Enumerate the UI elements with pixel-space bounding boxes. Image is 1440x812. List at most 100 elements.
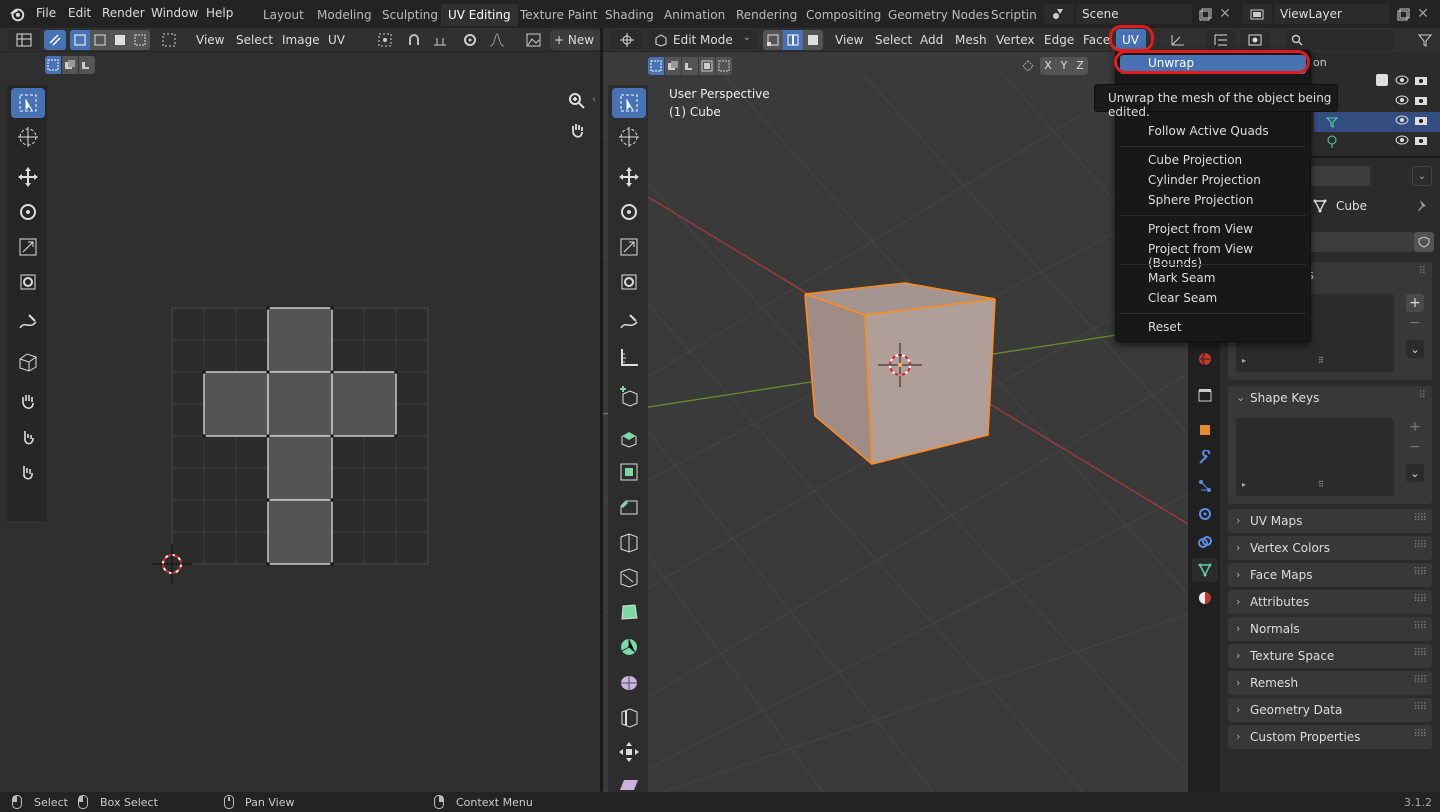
viewport-select-extend-icon[interactable] bbox=[665, 57, 681, 75]
select-extend-icon[interactable] bbox=[62, 56, 78, 74]
move-tool-icon[interactable] bbox=[11, 162, 45, 192]
panel-grip-icon[interactable]: ⠿ bbox=[1419, 266, 1426, 277]
new-viewlayer-icon[interactable] bbox=[1394, 5, 1412, 23]
tab-compositing[interactable]: Compositing bbox=[799, 4, 888, 26]
mesh-name-field[interactable] bbox=[1310, 232, 1414, 252]
tab-rendering[interactable]: Rendering bbox=[729, 4, 804, 26]
3d-viewport[interactable]: Edit Mode ⌄ View Select Add Mesh Vertex … bbox=[603, 28, 1188, 792]
list-resize-grip-icon[interactable]: ⠿ bbox=[1318, 480, 1324, 489]
tab-animation[interactable]: Animation bbox=[657, 4, 732, 26]
cursor-tool-icon[interactable] bbox=[11, 122, 45, 152]
menu-item-follow-active-quads[interactable]: Follow Active Quads bbox=[1148, 124, 1269, 138]
viewport-select-intersect-icon[interactable] bbox=[716, 57, 732, 75]
vertex-mode-icon[interactable] bbox=[763, 30, 783, 50]
loop-cut-icon[interactable] bbox=[612, 527, 646, 557]
delete-viewlayer-icon[interactable]: ✕ bbox=[1414, 5, 1432, 23]
uv-menu-select[interactable]: Select bbox=[236, 33, 273, 47]
viewport-select-subtract-icon[interactable] bbox=[682, 57, 698, 75]
smooth-icon[interactable] bbox=[612, 667, 646, 697]
scene-selector-icon[interactable] bbox=[1044, 4, 1074, 24]
delete-scene-icon[interactable]: ✕ bbox=[1216, 5, 1234, 23]
viewport-menu-add[interactable]: Add bbox=[920, 33, 943, 47]
uv-grid-canvas[interactable] bbox=[150, 298, 450, 588]
pan-hand-icon[interactable] bbox=[564, 118, 590, 144]
inset-icon[interactable] bbox=[612, 457, 646, 487]
editor-type-icon[interactable] bbox=[8, 30, 40, 50]
zoom-icon[interactable] bbox=[564, 88, 590, 114]
viewport-select-invert-icon[interactable] bbox=[699, 57, 715, 75]
panel-attributes[interactable]: › Attributes ⠿⠿ bbox=[1228, 590, 1432, 614]
tab-uv-editing[interactable]: UV Editing bbox=[441, 4, 518, 26]
menu-item-mark-seam[interactable]: Mark Seam bbox=[1148, 271, 1215, 285]
vertex-select-mode-icon[interactable] bbox=[70, 30, 90, 50]
panel-custom-properties[interactable]: › Custom Properties ⠿⠿ bbox=[1228, 725, 1432, 749]
object-tab-icon[interactable] bbox=[1194, 419, 1216, 441]
modifier-tab-icon[interactable] bbox=[1194, 447, 1216, 469]
pivot-point-icon[interactable] bbox=[370, 30, 400, 50]
new-scene-icon[interactable] bbox=[1196, 5, 1214, 23]
viewport-editor-type-icon[interactable] bbox=[611, 30, 643, 50]
collection-checkbox[interactable] bbox=[1376, 74, 1388, 86]
blender-logo-icon[interactable] bbox=[8, 5, 26, 23]
rotate-tool-icon[interactable] bbox=[11, 197, 45, 227]
viewport-menu-select[interactable]: Select bbox=[875, 33, 912, 47]
viewport-rotate-icon[interactable] bbox=[612, 197, 646, 227]
pinch-tool-icon[interactable] bbox=[11, 457, 45, 487]
sticky-selection-icon[interactable] bbox=[156, 30, 184, 50]
menu-help[interactable]: Help bbox=[206, 6, 233, 20]
shape-keys-label[interactable]: Shape Keys bbox=[1250, 391, 1319, 405]
remove-vertex-group-icon[interactable]: − bbox=[1406, 314, 1424, 332]
menu-item-cylinder-projection[interactable]: Cylinder Projection bbox=[1148, 173, 1261, 187]
image-browse-icon[interactable] bbox=[520, 30, 548, 50]
filter-icon[interactable] bbox=[1414, 30, 1436, 50]
viewport-transform-icon[interactable] bbox=[612, 267, 646, 297]
sidebar-toggle-icon[interactable]: ‹ bbox=[592, 94, 596, 105]
shape-key-specials-chevron-icon[interactable]: ⌄ bbox=[1406, 464, 1424, 482]
select-new-icon[interactable] bbox=[45, 56, 61, 74]
spin-icon[interactable] bbox=[612, 632, 646, 662]
mode-selector[interactable]: Edit Mode ⌄ bbox=[649, 30, 757, 50]
viewport-menu-edge[interactable]: Edge bbox=[1044, 33, 1074, 47]
annotate-tool-icon[interactable] bbox=[11, 307, 45, 337]
mirror-butterfly-icon[interactable] bbox=[1019, 57, 1037, 75]
uv-editor-area[interactable]: View Select Image UV + New ‹ bbox=[0, 28, 600, 792]
add-cube-icon[interactable] bbox=[612, 382, 646, 412]
world-tab-icon[interactable] bbox=[1194, 348, 1216, 370]
grab-tool-icon[interactable] bbox=[11, 347, 45, 377]
shrink-fatten-icon[interactable] bbox=[612, 737, 646, 767]
menu-item-clear-seam[interactable]: Clear Seam bbox=[1148, 291, 1217, 305]
edge-slide-icon[interactable] bbox=[612, 702, 646, 732]
face-select-mode-icon[interactable] bbox=[110, 30, 130, 50]
chevron-down-icon[interactable]: ⌄ bbox=[1236, 391, 1245, 404]
mirror-z-toggle[interactable]: Z bbox=[1072, 57, 1088, 75]
bevel-icon[interactable] bbox=[612, 492, 646, 522]
mirror-y-toggle[interactable]: Y bbox=[1056, 57, 1072, 75]
viewport-select-new-icon[interactable] bbox=[648, 57, 664, 75]
menu-file[interactable]: File bbox=[36, 6, 56, 20]
menu-item-reset[interactable]: Reset bbox=[1148, 320, 1182, 334]
panel-texture-space[interactable]: › Texture Space ⠿⠿ bbox=[1228, 644, 1432, 668]
viewport-menu-mesh[interactable]: Mesh bbox=[955, 33, 987, 47]
constraints-tab-icon[interactable] bbox=[1194, 531, 1216, 553]
extrude-icon[interactable] bbox=[612, 422, 646, 452]
mesh-data-tab-icon[interactable] bbox=[1192, 558, 1218, 582]
viewport-menu-face[interactable]: Face bbox=[1083, 33, 1110, 47]
scale-tool-icon[interactable] bbox=[11, 232, 45, 262]
uv-menu-uv[interactable]: UV bbox=[328, 33, 345, 47]
menu-window[interactable]: Window bbox=[151, 6, 198, 20]
select-box-tool-icon[interactable] bbox=[11, 88, 45, 118]
material-tab-icon[interactable] bbox=[1194, 587, 1216, 609]
collection-tab-icon[interactable] bbox=[1194, 384, 1216, 406]
panel-vertex-colors[interactable]: › Vertex Colors ⠿⠿ bbox=[1228, 536, 1432, 560]
list-expand-icon[interactable]: ▸ bbox=[1242, 356, 1246, 365]
island-select-mode-icon[interactable] bbox=[130, 30, 150, 50]
vertex-group-specials-chevron-icon[interactable]: ⌄ bbox=[1406, 340, 1424, 358]
panel-uv-maps[interactable]: › UV Maps ⠿⠿ bbox=[1228, 509, 1432, 533]
knife-icon[interactable] bbox=[612, 562, 646, 592]
measure-icon[interactable] bbox=[612, 342, 646, 372]
particles-tab-icon[interactable] bbox=[1194, 475, 1216, 497]
remove-shape-key-icon[interactable]: − bbox=[1406, 438, 1424, 456]
edge-mode-icon[interactable] bbox=[783, 30, 803, 50]
viewport-scale-icon[interactable] bbox=[612, 232, 646, 262]
falloff-curve-icon[interactable] bbox=[482, 30, 512, 50]
